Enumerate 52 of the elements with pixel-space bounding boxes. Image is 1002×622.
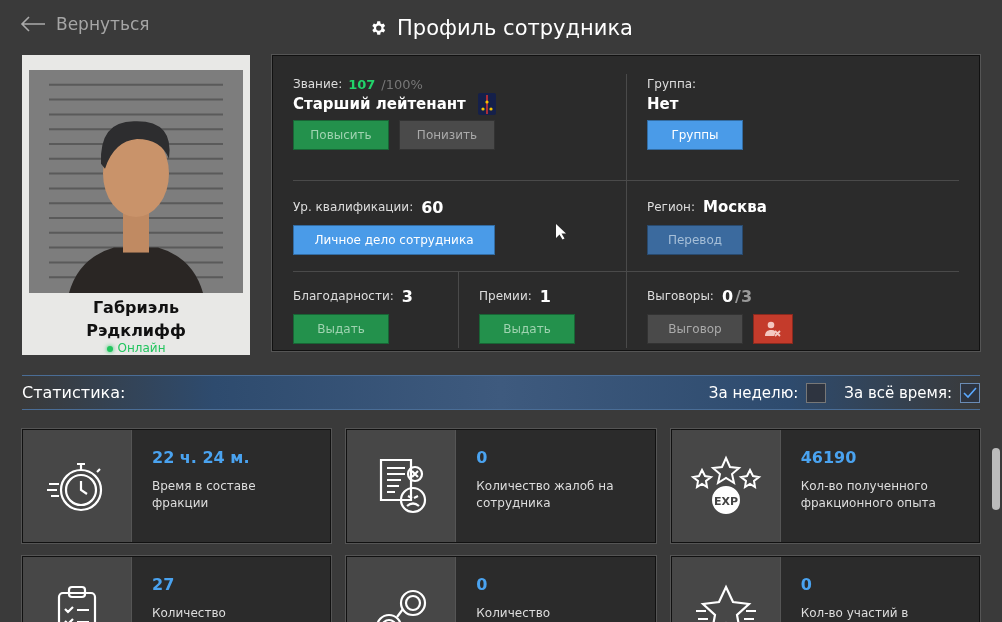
filter-label: За неделю: bbox=[708, 383, 799, 402]
stat-label: Количество жалоб на сотрудника bbox=[476, 478, 615, 512]
stat-label: Кол-во полученного фракционного опыта bbox=[800, 478, 937, 512]
rank-button[interactable]: Повысить bbox=[293, 120, 389, 150]
status-text: Онлайн bbox=[117, 342, 166, 355]
period-checkbox[interactable] bbox=[960, 382, 980, 403]
cursor-icon bbox=[555, 223, 567, 240]
stat-label: Количество bbox=[476, 605, 551, 622]
issue-button[interactable]: Выдать bbox=[293, 314, 389, 344]
reprimands-max: /3 bbox=[735, 286, 753, 306]
dismiss-button[interactable] bbox=[753, 314, 793, 344]
employee-name: Габриэль Рэдклифф bbox=[85, 297, 187, 342]
stat-label: Время в составе фракции bbox=[152, 478, 257, 512]
stat-value: 22 ч. 24 м. bbox=[152, 448, 251, 468]
period-checkbox[interactable] bbox=[806, 382, 827, 403]
stat-value: 0 bbox=[476, 448, 489, 468]
reprimands-value: 0 bbox=[721, 286, 734, 306]
counter-label: Благодарности: bbox=[293, 289, 394, 303]
statistics-title: Статистика: bbox=[22, 383, 126, 402]
counter-label: Премии: bbox=[479, 289, 532, 303]
page-title: Профиль сотрудника bbox=[397, 15, 633, 40]
group-label: Группа: bbox=[647, 77, 697, 91]
groups-button[interactable]: Группы bbox=[647, 120, 743, 150]
qualification-label: Ур. квалификации: bbox=[293, 200, 414, 214]
stat-label: Кол-во участий в bbox=[800, 605, 909, 622]
rank-points: 107 bbox=[348, 76, 376, 92]
counter-value: 3 bbox=[401, 286, 413, 306]
reprimand-button[interactable]: Выговор bbox=[647, 314, 743, 344]
stat-value: 0 bbox=[476, 575, 489, 595]
counter-value: 1 bbox=[539, 286, 551, 306]
issue-button[interactable]: Выдать bbox=[479, 314, 575, 344]
stat-value: 0 bbox=[800, 575, 813, 595]
rank-title: Старший лейтенант bbox=[293, 95, 466, 113]
reprimands-label: Выговоры: bbox=[647, 289, 714, 303]
region-value: Москва bbox=[702, 198, 767, 216]
transfer-button[interactable]: Перевод bbox=[647, 225, 743, 255]
stat-value: 46190 bbox=[800, 448, 858, 468]
rank-max: /100% bbox=[381, 76, 423, 92]
rank-label: Звание: bbox=[293, 77, 343, 91]
filter-label: За всё время: bbox=[844, 383, 952, 402]
back-arrow-icon bbox=[20, 16, 46, 32]
shoulder-strap-icon bbox=[477, 93, 496, 115]
group-value: Нет bbox=[647, 95, 679, 113]
back-link[interactable]: Вернуться bbox=[20, 14, 150, 34]
personal-file-button[interactable]: Личное дело сотрудника bbox=[293, 225, 495, 255]
remove-user-icon bbox=[764, 321, 782, 337]
stat-label: Количество bbox=[152, 605, 226, 622]
stat-value: 27 bbox=[152, 575, 176, 595]
qualification-value: 60 bbox=[421, 197, 444, 217]
scrollbar-thumb[interactable] bbox=[992, 448, 1000, 510]
rank-button[interactable]: Понизить bbox=[399, 120, 495, 150]
region-label: Регион: bbox=[647, 200, 695, 214]
